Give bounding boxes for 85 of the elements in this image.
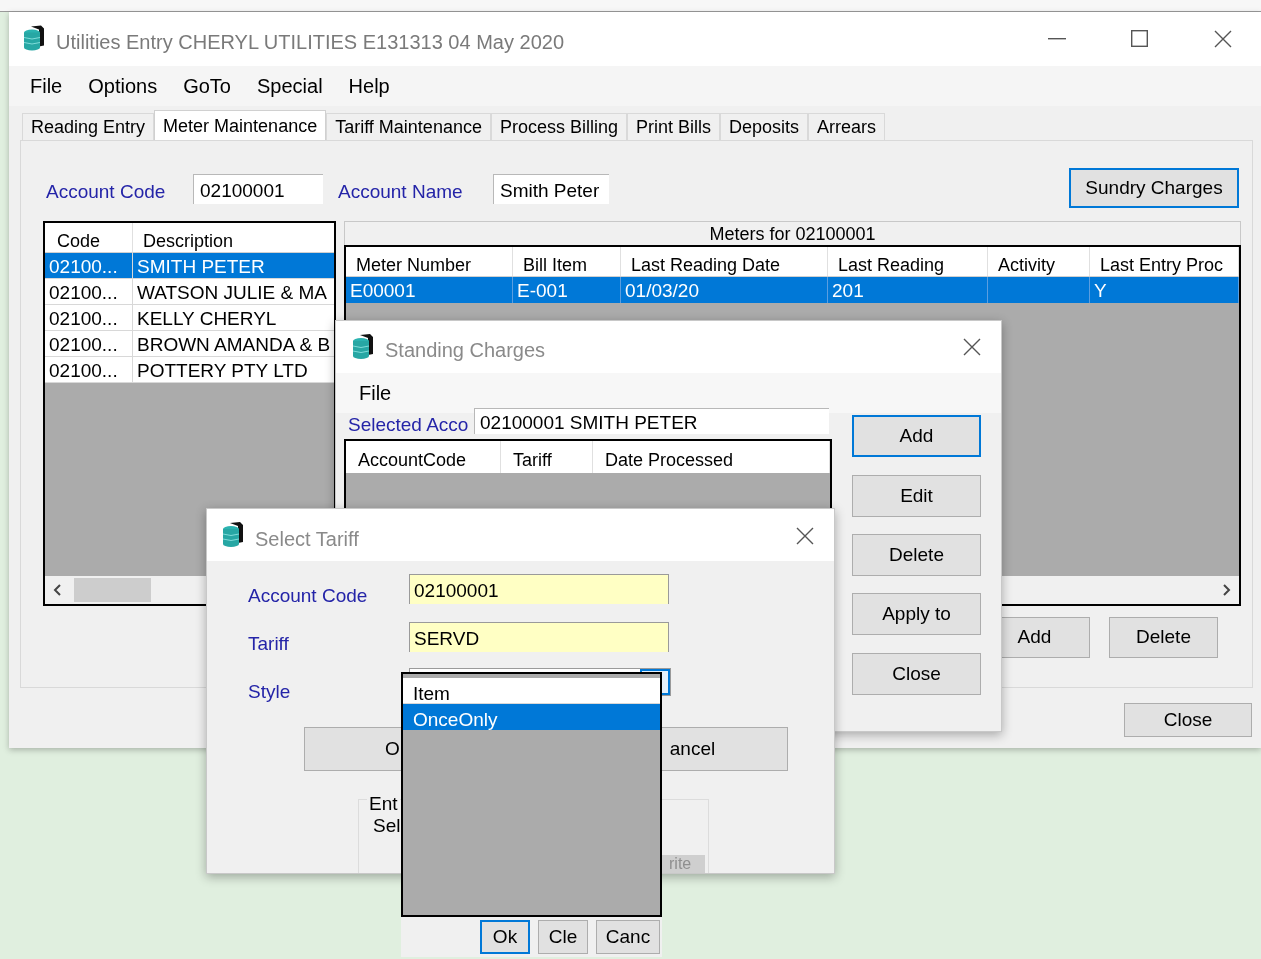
table-cell: E00001: [346, 277, 513, 303]
table-cell-text: SMITH PETER: [136, 255, 266, 278]
input-field[interactable]: Smith Peter: [493, 174, 609, 204]
button[interactable]: Ok: [480, 920, 530, 954]
menu-item[interactable]: Special: [248, 71, 332, 101]
column-header[interactable]: Meter Number: [346, 247, 513, 276]
scroll-left-icon[interactable]: [53, 584, 61, 596]
app-icon: [222, 522, 244, 548]
close-icon[interactable]: [796, 527, 814, 545]
scrollbar-thumb[interactable]: [74, 578, 151, 602]
button[interactable]: Add: [852, 415, 981, 457]
table-cell-text: WATSON JULIE & MA: [136, 281, 329, 304]
table-cell: 02100...: [45, 279, 133, 304]
field-label: Account Code: [248, 584, 368, 608]
table-cell: 02100...: [45, 331, 133, 356]
tab[interactable]: Process Billing: [490, 113, 627, 141]
tab[interactable]: Print Bills: [627, 113, 720, 141]
button[interactable]: Apply to: [852, 593, 981, 635]
table-cell-text: POTTERY PTY LTD: [136, 359, 309, 382]
table-cell-text: BROWN AMANDA & B: [136, 333, 332, 356]
tab[interactable]: Arrears: [808, 113, 886, 141]
column-header[interactable]: Bill Item: [513, 247, 621, 276]
list-row[interactable]: 02100... KELLY CHERYL: [45, 305, 334, 331]
list-row[interactable]: 02100... WATSON JULIE & MA: [45, 279, 334, 305]
menu-item[interactable]: Help: [339, 71, 399, 101]
button[interactable]: Close: [852, 653, 981, 695]
tab[interactable]: Meter Maintenance: [154, 110, 327, 141]
column-header[interactable]: Tariff: [501, 441, 593, 473]
column-header[interactable]: Last Entry Proc: [1090, 247, 1239, 276]
tab[interactable]: Reading Entry: [22, 113, 155, 141]
button[interactable]: Delete: [852, 534, 981, 576]
menu-item[interactable]: Options: [79, 71, 167, 101]
column-header[interactable]: Last Reading Date: [621, 247, 828, 276]
button[interactable]: Canc: [596, 920, 660, 954]
table-cell: 02100...: [45, 305, 133, 330]
tab[interactable]: Deposits: [720, 113, 809, 141]
column-header[interactable]: AccountCode: [346, 441, 501, 473]
menu-item[interactable]: File: [350, 378, 401, 408]
app-icon: [23, 25, 45, 52]
close-icon[interactable]: [1214, 30, 1232, 48]
field-label: Tariff: [248, 632, 289, 656]
button[interactable]: Edit: [852, 475, 981, 517]
close-button[interactable]: Close: [1124, 703, 1252, 737]
field-label: Account Code: [46, 180, 166, 204]
list-row[interactable]: 02100... POTTERY PTY LTD: [45, 357, 334, 383]
grid-row[interactable]: E00001 E-001 01/03/20 201 Y: [346, 277, 1239, 303]
column-header[interactable]: Date Processed: [593, 441, 830, 473]
menu-item[interactable]: File: [21, 71, 72, 101]
input-field[interactable]: 02100001: [409, 574, 669, 604]
menu-item[interactable]: GoTo: [174, 71, 240, 101]
button[interactable]: Cle: [538, 920, 588, 954]
column-header[interactable]: Last Reading: [828, 247, 988, 276]
column-header[interactable]: Code: [45, 223, 133, 252]
field-label: Style: [248, 680, 291, 704]
close-icon[interactable]: [963, 338, 981, 356]
dropdown-option[interactable]: Item: [403, 678, 660, 704]
table-cell: 01/03/20: [621, 277, 828, 303]
list-row[interactable]: 02100... SMITH PETER: [45, 253, 334, 279]
dialog-title: Select Tariff: [255, 527, 359, 552]
dropdown-list[interactable]: Item OnceOnly: [401, 672, 662, 917]
scroll-right-icon[interactable]: [1223, 584, 1231, 596]
table-cell: 02100...: [45, 253, 133, 278]
input-field[interactable]: 02100001: [193, 174, 323, 204]
minimize-icon[interactable]: [1048, 38, 1066, 40]
button[interactable]: Delete: [1109, 617, 1218, 658]
dropdown-option[interactable]: OnceOnly: [403, 704, 660, 730]
table-cell-text: KELLY CHERYL: [136, 307, 278, 330]
app-icon: [352, 334, 374, 360]
window-title: Utilities Entry CHERYL UTILITIES E131313 04 May 2020: [56, 30, 564, 55]
field-label: Account Name: [338, 180, 463, 204]
dialog-title: Standing Charges: [385, 338, 546, 363]
table-cell: Y: [1090, 277, 1239, 303]
table-cell: 201: [828, 277, 988, 303]
maximize-icon[interactable]: [1131, 30, 1148, 47]
field-label: Selected Acco: [348, 413, 470, 437]
input-field[interactable]: SERVD: [409, 622, 669, 652]
tab[interactable]: Tariff Maintenance: [326, 113, 491, 141]
column-header[interactable]: Activity: [988, 247, 1090, 276]
table-cell: 02100...: [45, 357, 133, 382]
group-title: Meters for 02100001: [709, 223, 876, 245]
input-field[interactable]: 02100001 SMITH PETER: [474, 408, 829, 434]
list-row[interactable]: 02100... BROWN AMANDA & B: [45, 331, 334, 357]
table-cell: E-001: [513, 277, 621, 303]
column-header[interactable]: Description: [133, 223, 334, 252]
sundry-charges-button[interactable]: Sundry Charges: [1069, 168, 1239, 208]
